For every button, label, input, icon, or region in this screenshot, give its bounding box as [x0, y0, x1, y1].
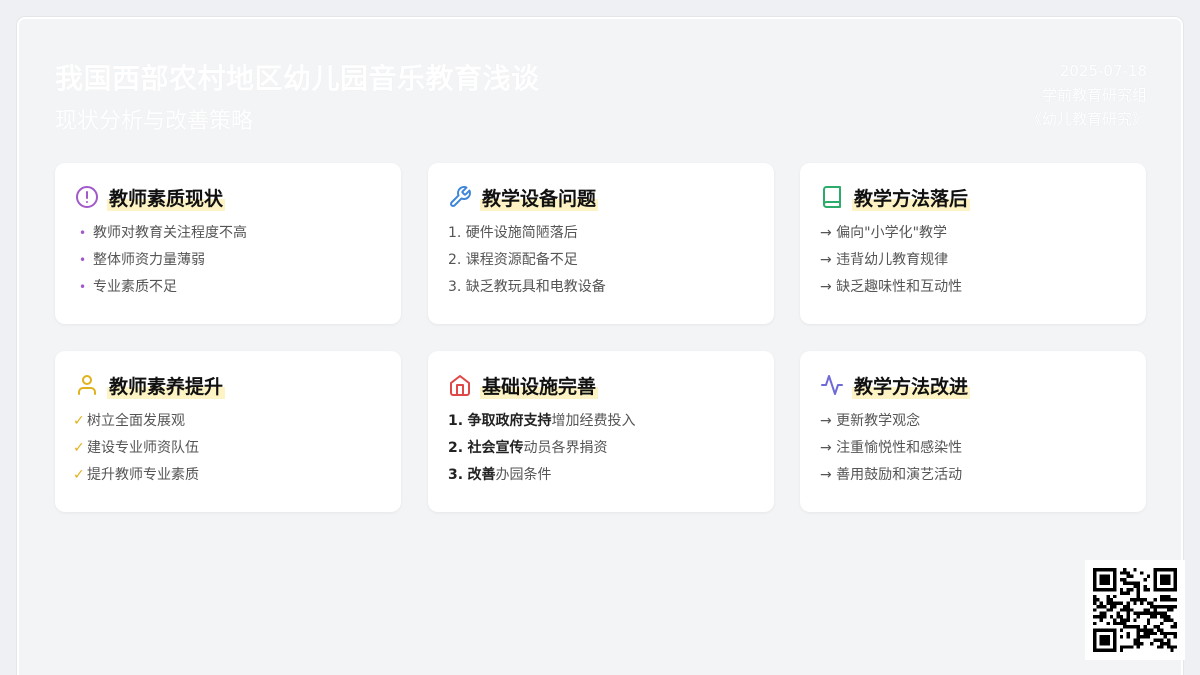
slide: 我国西部农村地区幼儿园音乐教育浅谈 现状分析与改善策略 2025-07-18 学…: [17, 17, 1183, 675]
card-title: 教师素养提升: [107, 371, 226, 399]
card-teacher-improvement: 教师素养提升 ✓ 树立全面发展观 ✓ 建设专业师资队伍 ✓ 提升教师专业素质: [55, 351, 401, 512]
list-item: → 偏向"小学化"教学: [820, 225, 948, 241]
card-title: 教师素质现状: [107, 183, 226, 211]
publication-label: 《幼儿教育研究》: [1026, 110, 1147, 128]
user-icon: [75, 373, 99, 397]
card-title: 教学方法改进: [852, 371, 971, 399]
alert-circle-icon: [75, 185, 99, 209]
card-title: 基础设施完善: [480, 371, 599, 399]
home-icon: [448, 373, 472, 397]
list-item: → 善用鼓励和演艺活动: [820, 467, 963, 483]
list-item: 1. 硬件设施简陋落后: [448, 225, 578, 241]
check-icon: ✓: [73, 467, 85, 483]
list-item: • 专业素质不足: [79, 279, 177, 295]
card-title: 教学设备问题: [480, 183, 599, 211]
list-item: ✓ 树立全面发展观: [73, 408, 381, 435]
list-item: • 整体师资力量薄弱: [79, 252, 205, 268]
list-item: ✓ 建设专业师资队伍: [73, 435, 381, 462]
list-item: ✓ 提升教师专业素质: [73, 462, 381, 489]
list-item: → 违背幼儿教育规律: [820, 252, 949, 268]
meta-block: 2025-07-18 学前教育研究组 《幼儿教育研究》: [1027, 59, 1147, 131]
list-item: 3. 缺乏教玩具和电教设备: [448, 279, 606, 295]
page-title: 我国西部农村地区幼儿园音乐教育浅谈: [55, 62, 540, 95]
list-item: 2. 社会宣传 动员各界捐资: [448, 440, 608, 456]
card-teacher-quality: 教师素质现状 • 教师对教育关注程度不高 • 整体师资力量薄弱 • 专业素质不足: [55, 163, 401, 324]
check-icon: ✓: [73, 413, 85, 429]
qr-code-icon[interactable]: [1085, 560, 1185, 660]
check-icon: ✓: [73, 440, 85, 456]
list-item: → 缺乏趣味性和互动性: [820, 279, 963, 295]
date-label: 2025-07-18: [1059, 62, 1147, 80]
list-item: 1. 争取政府支持 增加经费投入: [448, 413, 636, 429]
activity-icon: [820, 373, 844, 397]
wrench-icon: [448, 185, 472, 209]
page-subtitle: 现状分析与改善策略: [55, 109, 254, 134]
list-item: → 更新教学观念: [820, 413, 921, 429]
author-label: 学前教育研究组: [1041, 86, 1147, 104]
list-item: • 教师对教育关注程度不高: [79, 225, 247, 241]
book-icon: [820, 185, 844, 209]
list-item: → 注重愉悦性和感染性: [820, 440, 963, 456]
card-teaching-methods-outdated: 教学方法落后 → 偏向"小学化"教学 → 违背幼儿教育规律 → 缺乏趣味性和互动…: [800, 163, 1146, 324]
card-teaching-methods-improvement: 教学方法改进 → 更新教学观念 → 注重愉悦性和感染性 → 善用鼓励和演艺活动: [800, 351, 1146, 512]
list-item: 2. 课程资源配备不足: [448, 252, 578, 268]
card-equipment-issues: 教学设备问题 1. 硬件设施简陋落后 2. 课程资源配备不足 3. 缺乏教玩具和…: [428, 163, 774, 324]
card-infrastructure-improvement: 基础设施完善 1. 争取政府支持 增加经费投入 2. 社会宣传 动员各界捐资 3. …: [428, 351, 774, 512]
card-title: 教学方法落后: [852, 183, 971, 211]
list-item: 3. 改善 办园条件: [448, 467, 552, 483]
